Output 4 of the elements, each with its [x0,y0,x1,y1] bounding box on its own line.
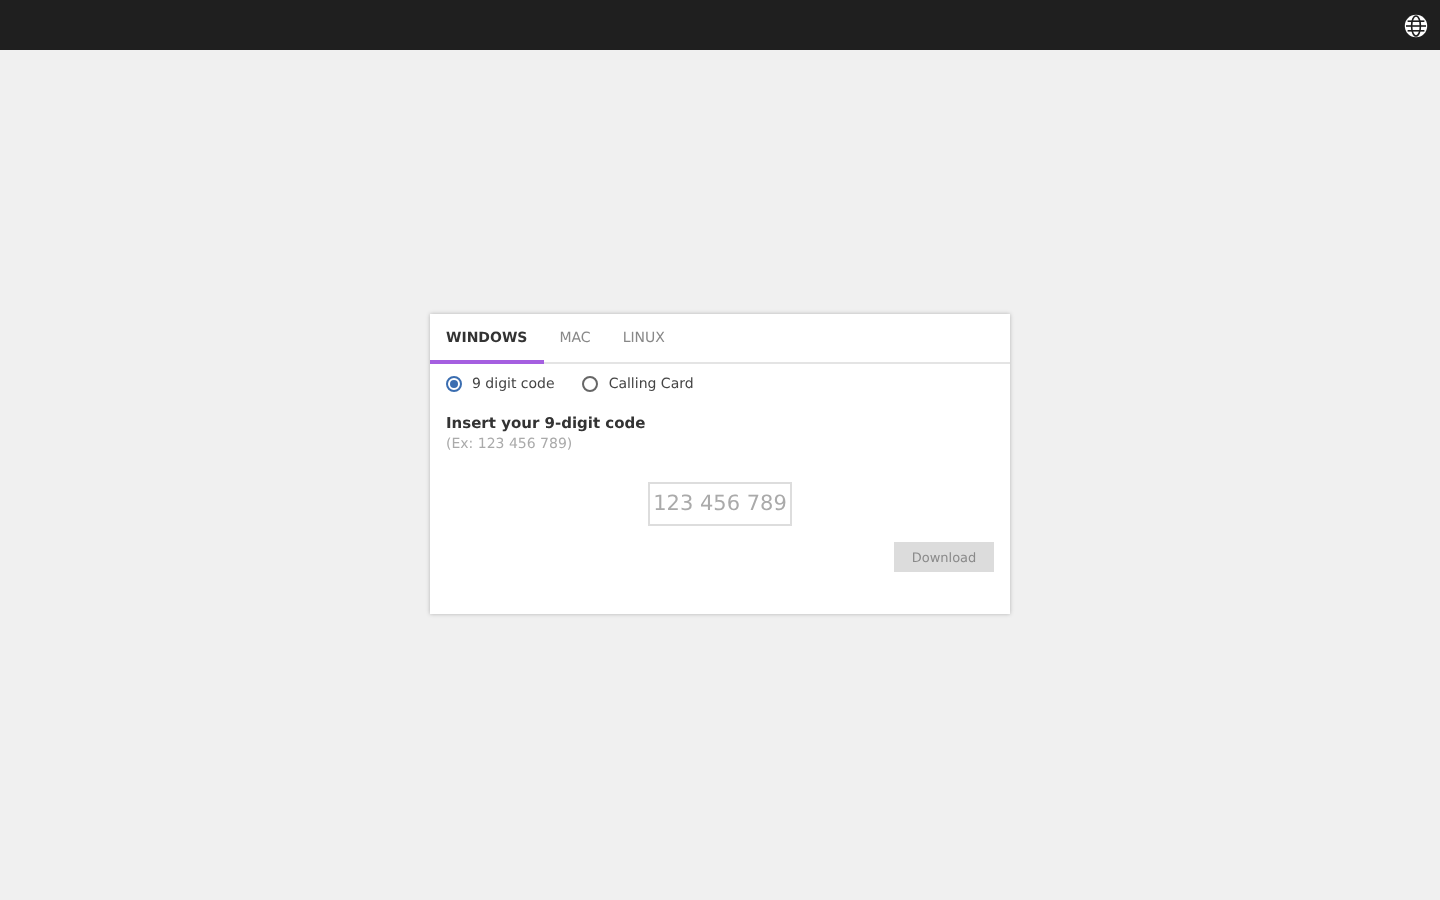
radio-button[interactable] [582,376,599,392]
code-field[interactable]: 123 456 789 [648,482,792,526]
globe-icon[interactable] [1404,13,1428,37]
radio-button[interactable] [446,376,462,392]
